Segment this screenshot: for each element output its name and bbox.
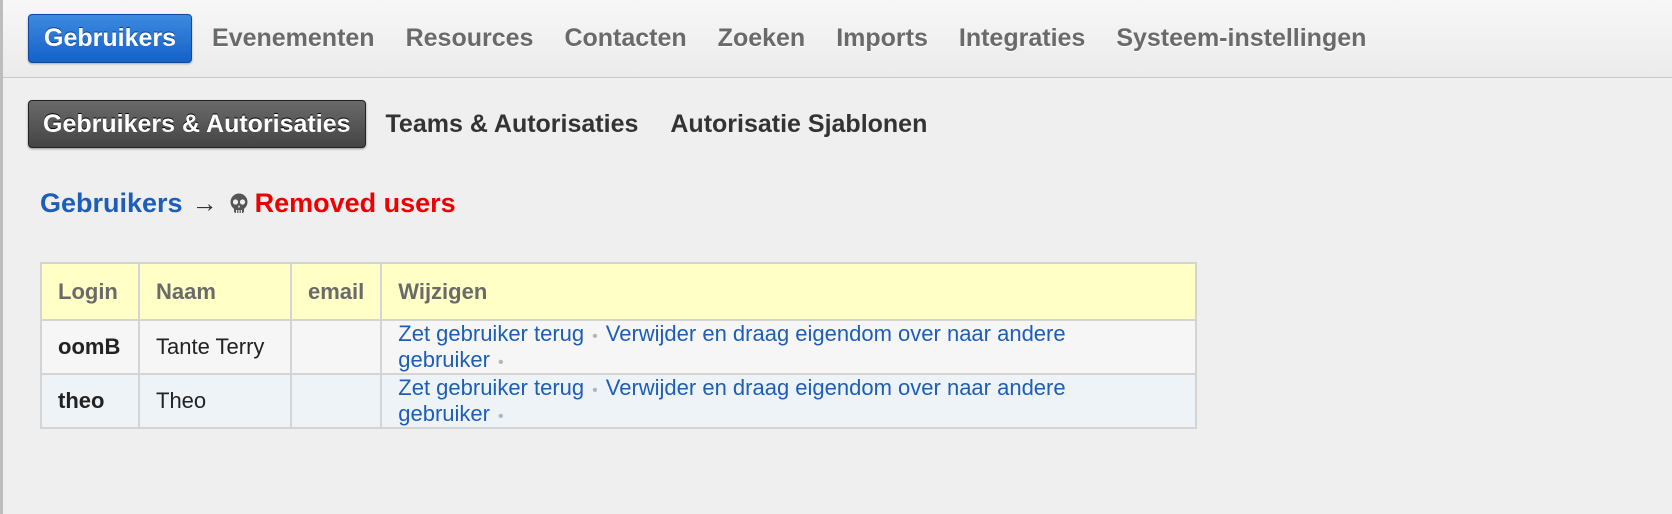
nav-tab-resources[interactable]: Resources — [391, 15, 549, 62]
removed-users-table: Login Naam email Wijzigen oomB Tante Ter… — [40, 262, 1197, 429]
subnav-tab-teams-autorisaties[interactable]: Teams & Autorisaties — [372, 101, 653, 147]
subnav-tab-autorisatie-sjablonen[interactable]: Autorisatie Sjablonen — [656, 101, 941, 147]
table-row: theo Theo Zet gebruiker terug • Verwijder … — [40, 373, 1197, 429]
main-nav: Gebruikers Evenementen Resources Contact… — [3, 0, 1672, 78]
breadcrumb-root-link[interactable]: Gebruikers — [40, 188, 183, 219]
cell-email — [289, 373, 383, 429]
nav-tab-integraties[interactable]: Integraties — [944, 15, 1100, 62]
column-header-wijzigen: Wijzigen — [380, 262, 1197, 321]
cell-login: theo — [40, 373, 140, 429]
table-header-row: Login Naam email Wijzigen — [40, 262, 1197, 321]
cell-naam: Tante Terry — [138, 319, 292, 375]
breadcrumb: Gebruikers → Removed users — [40, 188, 456, 219]
cell-naam: Theo — [138, 373, 292, 429]
nav-tab-gebruikers[interactable]: Gebruikers — [28, 14, 193, 63]
column-header-naam[interactable]: Naam — [138, 262, 292, 321]
column-header-login[interactable]: Login — [40, 262, 140, 321]
cell-actions: Zet gebruiker terug • Verwijder en draag e… — [380, 319, 1197, 375]
action-separator: • — [592, 382, 598, 399]
action-separator: • — [592, 328, 598, 345]
cell-email — [289, 319, 383, 375]
nav-tab-systeem-instellingen[interactable]: Systeem-instellingen — [1101, 15, 1381, 62]
skull-icon — [227, 192, 251, 216]
nav-tab-zoeken[interactable]: Zoeken — [703, 15, 821, 62]
breadcrumb-current: Removed users — [254, 188, 456, 218]
column-header-email[interactable]: email — [289, 262, 383, 321]
action-separator: • — [497, 354, 504, 371]
subnav-tab-gebruikers-autorisaties[interactable]: Gebruikers & Autorisaties — [28, 100, 366, 148]
breadcrumb-arrow: → — [191, 188, 218, 218]
table-row: oomB Tante Terry Zet gebruiker terug • Ver… — [40, 319, 1197, 375]
action-separator: • — [497, 408, 504, 425]
restore-user-link[interactable]: Zet gebruiker terug — [398, 321, 584, 346]
sub-nav: Gebruikers & Autorisaties Teams & Autori… — [3, 100, 1672, 148]
nav-tab-evenementen[interactable]: Evenementen — [197, 15, 390, 62]
cell-login: oomB — [40, 319, 140, 375]
nav-tab-contacten[interactable]: Contacten — [549, 15, 701, 62]
restore-user-link[interactable]: Zet gebruiker terug — [398, 375, 584, 400]
nav-tab-imports[interactable]: Imports — [821, 15, 943, 62]
cell-actions: Zet gebruiker terug • Verwijder en draag e… — [380, 373, 1197, 429]
